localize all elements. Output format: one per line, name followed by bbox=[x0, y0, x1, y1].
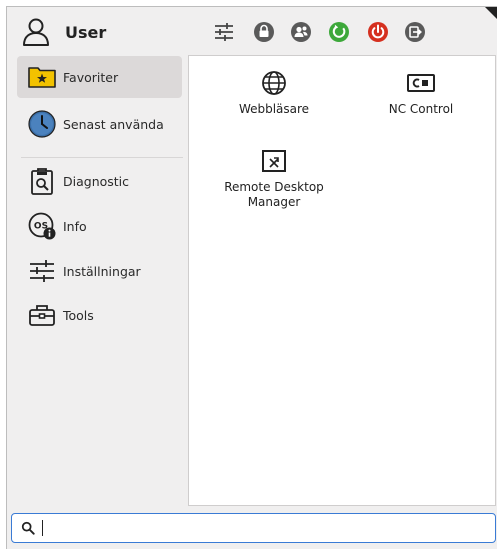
app-label: Webbläsare bbox=[238, 102, 310, 116]
clock-icon bbox=[27, 109, 57, 139]
header: User bbox=[7, 7, 497, 55]
nc-control-icon bbox=[406, 68, 436, 98]
sidebar-item-installningar[interactable]: Inställningar bbox=[17, 250, 182, 292]
star-folder-icon bbox=[27, 62, 57, 92]
app-label: NC Control bbox=[388, 102, 454, 116]
app-tile-nc-control[interactable]: NC Control bbox=[361, 68, 481, 117]
sidebar-item-label: Diagnostic bbox=[63, 173, 130, 189]
sidebar-item-label: Inställningar bbox=[63, 263, 141, 279]
os-info-icon: OS bbox=[27, 211, 57, 241]
sidebar-item-senast-anvanda[interactable]: Senast använda bbox=[17, 103, 182, 145]
globe-icon bbox=[259, 68, 289, 98]
sidebar-item-label: Favoriter bbox=[63, 69, 119, 85]
sidebar-divider bbox=[21, 157, 183, 158]
sidebar-item-label: Senast använda bbox=[63, 116, 164, 132]
search-input[interactable] bbox=[40, 519, 484, 537]
sidebar-item-label: Tools bbox=[63, 307, 94, 323]
settings-sliders-icon[interactable] bbox=[213, 21, 235, 43]
search-icon bbox=[20, 520, 36, 536]
switch-user-icon[interactable] bbox=[290, 21, 312, 43]
sidebar-item-label: Info bbox=[63, 218, 87, 234]
sidebar-item-diagnostic[interactable]: Diagnostic bbox=[17, 160, 182, 202]
sidebar-item-info[interactable]: OS Info bbox=[17, 205, 182, 247]
app-tile-remote-desktop-manager[interactable]: Remote Desktop Manager bbox=[214, 146, 334, 210]
user-section[interactable]: User bbox=[21, 15, 106, 49]
power-icon[interactable] bbox=[367, 21, 389, 43]
user-icon bbox=[23, 18, 49, 46]
text-cursor bbox=[42, 520, 43, 536]
sliders-icon bbox=[27, 256, 57, 286]
clipboard-search-icon bbox=[27, 166, 57, 196]
toolbox-icon bbox=[27, 300, 57, 330]
restart-icon[interactable] bbox=[328, 21, 350, 43]
app-tile-webblasare[interactable]: Webbläsare bbox=[214, 68, 334, 117]
app-menu-window: User Favoriter Senast använda Diagnostic… bbox=[6, 6, 497, 549]
search-box[interactable] bbox=[11, 513, 496, 543]
favorites-panel: Webbläsare NC Control Remote Desktop Man… bbox=[188, 55, 496, 506]
user-name: User bbox=[65, 22, 107, 42]
sidebar-item-favoriter[interactable]: Favoriter bbox=[17, 56, 182, 98]
sidebar-item-tools[interactable]: Tools bbox=[17, 294, 182, 336]
logout-icon[interactable] bbox=[404, 21, 426, 43]
lock-icon[interactable] bbox=[253, 21, 275, 43]
remote-desktop-icon bbox=[259, 146, 289, 176]
app-label: Remote Desktop Manager bbox=[224, 180, 324, 209]
